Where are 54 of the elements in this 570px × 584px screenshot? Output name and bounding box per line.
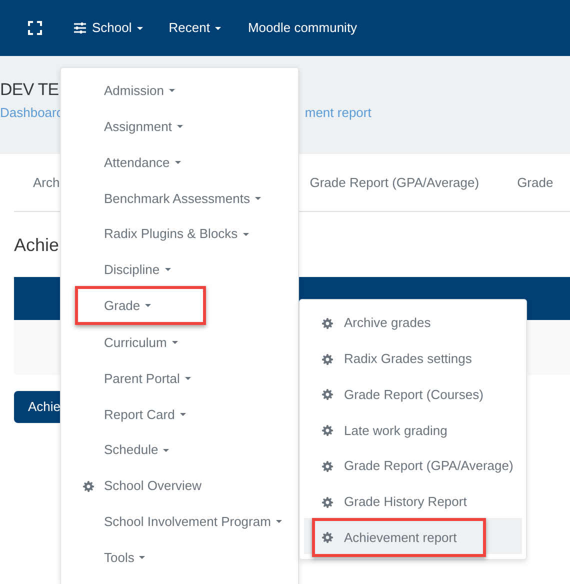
page-title: DEV TE: [0, 80, 59, 100]
gear-icon: [322, 496, 333, 508]
page-heading: Achie: [14, 235, 60, 257]
caret-icon: [168, 89, 175, 92]
menu-item[interactable]: School Overview: [61, 468, 298, 504]
menu-item[interactable]: Archive grades: [304, 305, 522, 341]
tab[interactable]: Arch: [33, 172, 60, 192]
submenu-item[interactable]: Assignment: [61, 108, 298, 145]
gear-icon: [83, 480, 94, 492]
caret-icon: [163, 448, 170, 452]
caret-icon: [254, 196, 261, 200]
caret-icon: [145, 304, 152, 307]
submenu-item[interactable]: Radix Plugins & Blocks: [61, 216, 298, 252]
tab[interactable]: Grade Report (GPA/Average): [310, 172, 480, 192]
submenu-item[interactable]: Benchmark Assessments: [61, 180, 298, 216]
gear-icon: [322, 532, 333, 544]
submenu-item[interactable]: School Involvement Program: [61, 504, 298, 540]
caret-icon: [139, 556, 146, 559]
caret-icon: [214, 26, 221, 30]
caret-icon: [184, 376, 191, 380]
caret-icon: [176, 125, 183, 128]
tab[interactable]: Grade: [517, 172, 554, 192]
submenu-item[interactable]: Curriculum: [61, 324, 298, 361]
caret-icon: [172, 341, 178, 344]
submenu-item[interactable]: Grade: [75, 286, 206, 325]
gear-icon: [322, 354, 333, 365]
caret-icon: [164, 268, 171, 272]
nav-dropdown[interactable]: Recent: [168, 18, 221, 38]
sliders-icon: [74, 22, 86, 34]
caret-icon: [180, 412, 186, 416]
caret-icon: [136, 26, 143, 30]
menu-item[interactable]: Radix Grades settings: [304, 340, 522, 377]
nav-dropdown[interactable]: School: [74, 18, 143, 38]
submenu-item[interactable]: Schedule: [61, 432, 298, 468]
gear-icon: [322, 389, 333, 400]
gear-icon: [322, 425, 333, 436]
submenu-item[interactable]: Tools: [61, 540, 298, 576]
menu-item[interactable]: Grade History Report: [304, 484, 522, 520]
menu-item[interactable]: Late work grading: [304, 412, 522, 448]
submenu-item[interactable]: Admission: [61, 73, 298, 109]
gear-icon: [322, 461, 333, 472]
nav-link[interactable]: Moodle community: [248, 18, 358, 38]
submenu-item[interactable]: Attendance: [61, 144, 298, 180]
submenu-item[interactable]: Discipline: [61, 252, 298, 288]
breadcrumb-link[interactable]: ment report: [304, 104, 372, 120]
caret-icon: [276, 520, 282, 524]
caret-icon: [242, 232, 249, 236]
breadcrumb-link[interactable]: Dashboarc: [0, 104, 63, 120]
menu-item[interactable]: Achievement report: [312, 518, 486, 557]
gear-icon: [322, 318, 333, 329]
menu-item[interactable]: Grade Report (GPA/Average): [304, 448, 522, 484]
caret-icon: [174, 160, 181, 164]
menu-item[interactable]: Grade Report (Courses): [304, 376, 522, 412]
fullscreen-icon[interactable]: [28, 21, 42, 35]
